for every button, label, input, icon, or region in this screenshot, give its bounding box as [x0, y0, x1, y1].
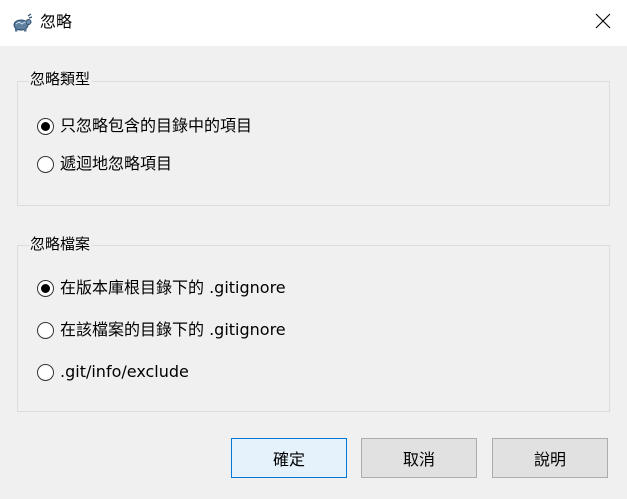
radio-label: 遞迴地忽略項目 — [60, 154, 173, 173]
radio-button[interactable] — [37, 279, 54, 297]
radio-selected-dot — [41, 121, 50, 131]
radio-recursive[interactable]: 遞迴地忽略項目 — [37, 153, 172, 175]
radio-label: 只忽略包含的目錄中的項目 — [60, 116, 253, 135]
radio-non-recursive[interactable]: 只忽略包含的目錄中的項目 — [37, 115, 252, 137]
radio-selected-dot — [41, 283, 50, 293]
close-button[interactable] — [579, 0, 627, 46]
title-bar: 忽略 — [0, 0, 627, 46]
ignore-type-legend: 忽略類型 — [29, 69, 93, 89]
window-title: 忽略 — [40, 12, 73, 31]
radio-repo-root-gitignore[interactable]: 在版本庫根目錄下的 .gitignore — [37, 277, 286, 299]
cancel-button[interactable]: 取消 — [361, 438, 477, 478]
radio-button[interactable] — [37, 155, 54, 173]
tortoise-icon — [11, 13, 33, 33]
radio-button[interactable] — [37, 117, 54, 135]
radio-button[interactable] — [37, 321, 54, 339]
ignore-dialog: 忽略 忽略類型 只忽略包含的目錄中的項目 遞迴地忽略項目 忽略檔案 在版本庫根目… — [0, 0, 627, 499]
close-icon — [595, 13, 611, 33]
ignore-type-group — [17, 81, 610, 206]
radio-label: 在版本庫根目錄下的 .gitignore — [60, 278, 286, 297]
radio-label: .git/info/exclude — [60, 362, 189, 381]
radio-info-exclude[interactable]: .git/info/exclude — [37, 361, 189, 383]
help-button[interactable]: 說明 — [492, 438, 608, 478]
radio-label: 在該檔案的目錄下的 .gitignore — [60, 320, 286, 339]
ok-button[interactable]: 確定 — [231, 438, 347, 478]
radio-button[interactable] — [37, 363, 54, 381]
radio-file-dir-gitignore[interactable]: 在該檔案的目錄下的 .gitignore — [37, 319, 286, 341]
ignore-file-legend: 忽略檔案 — [29, 234, 93, 254]
